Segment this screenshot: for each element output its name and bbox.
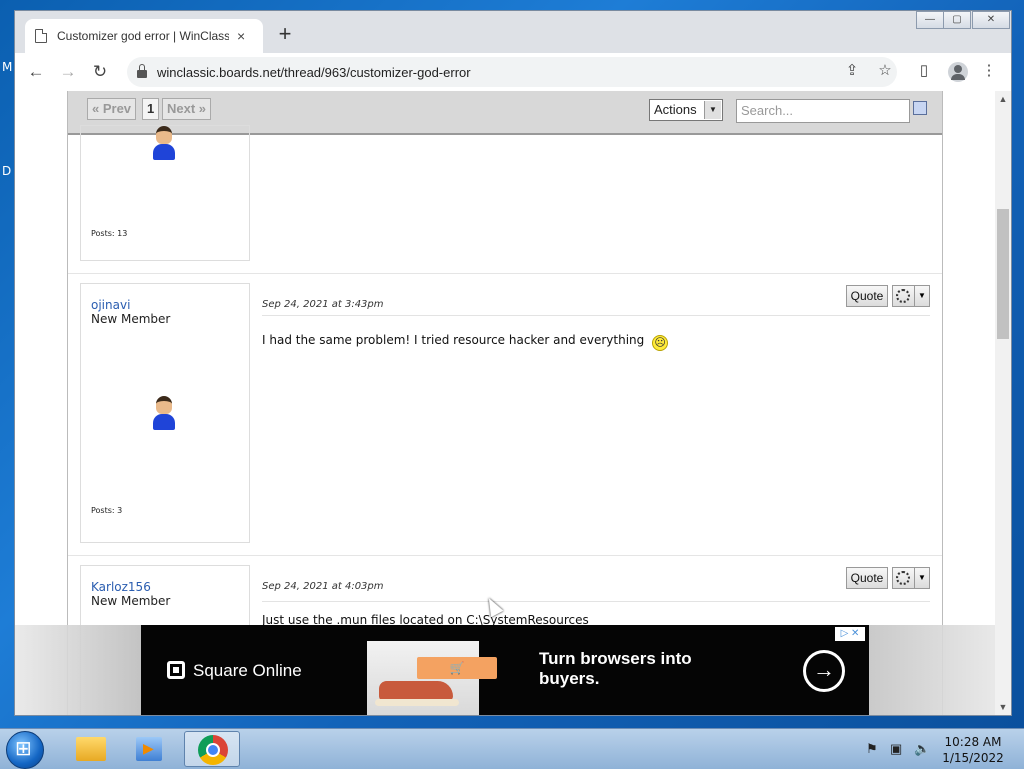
quote-button[interactable]: Quote (846, 285, 888, 307)
lock-icon (137, 64, 147, 78)
author-name[interactable]: Karloz156 (91, 580, 151, 594)
forum-thread: « Prev 1 Next » Actions ▼ Search... Post… (67, 91, 943, 715)
profile-icon[interactable] (948, 62, 968, 82)
post-text: I had the same problem! I tried resource… (262, 333, 645, 347)
prev-page-button[interactable]: « Prev (87, 98, 137, 120)
page-icon (35, 29, 47, 43)
dropdown-arrow-icon: ▼ (704, 101, 721, 119)
maximize-button[interactable]: ▢ (943, 11, 971, 29)
page-viewport: « Prev 1 Next » Actions ▼ Search... Post… (15, 91, 995, 715)
author-box: ojinavi New Member Posts: 3 (80, 283, 250, 543)
start-button[interactable] (6, 731, 44, 769)
post-count: Posts: 13 (91, 229, 128, 238)
menu-icon[interactable]: ⋮ (978, 61, 1000, 79)
browser-window: Customizer god error | WinClassic × + — … (14, 10, 1012, 716)
page-number[interactable]: 1 (142, 98, 160, 120)
forum-post: Posts: 13 (68, 125, 942, 274)
square-logo-icon (167, 661, 185, 679)
url-text: winclassic.boards.net/thread/963/customi… (157, 64, 471, 80)
next-page-button[interactable]: Next » (162, 98, 212, 120)
forum-post: ojinavi New Member Posts: 3 Sep 24, 2021… (68, 273, 942, 556)
actions-label: Actions (654, 102, 697, 117)
arrow-right-icon[interactable]: → (803, 650, 845, 692)
post-body: I had the same problem! I tried resource… (262, 333, 669, 351)
post-options-button[interactable]: ▼ (892, 567, 930, 589)
bookmark-star-icon[interactable]: ☆ (874, 61, 896, 79)
desktop-edge-label: M (2, 60, 13, 74)
post-divider (262, 315, 930, 316)
reload-button[interactable]: ↻ (89, 61, 111, 83)
post-date: Sep 24, 2021 at 3:43pm (262, 299, 384, 310)
scroll-up-icon[interactable]: ▲ (995, 91, 1011, 107)
browser-toolbar: ← → ↻ winclassic.boards.net/thread/963/c… (15, 53, 1011, 91)
ad-product-image: 🛒 (367, 641, 497, 715)
network-icon[interactable]: ▣ (890, 741, 902, 757)
search-icon[interactable] (913, 101, 927, 115)
minimize-button[interactable]: — (916, 11, 944, 29)
clock-date: 1/15/2022 (942, 751, 1004, 765)
dropdown-arrow-icon: ▼ (914, 568, 929, 588)
new-tab-button[interactable]: + (273, 21, 297, 47)
ad-headline: Turn browsers into buyers. (539, 649, 692, 688)
sandal-sole (375, 699, 459, 706)
post-divider (262, 601, 930, 602)
sandal-image (379, 681, 453, 701)
avatar (153, 126, 175, 164)
tab-title: Customizer god error | WinClassic (57, 29, 229, 43)
folder-icon (76, 737, 106, 761)
media-player-taskbar-button[interactable] (122, 731, 178, 767)
sad-emoji-icon: ☹ (652, 335, 669, 351)
volume-icon[interactable]: 🔈 (914, 741, 930, 757)
post-options-button[interactable]: ▼ (892, 285, 930, 307)
author-role: New Member (91, 594, 171, 608)
author-box: Posts: 13 (80, 125, 250, 261)
quote-button[interactable]: Quote (846, 567, 888, 589)
tab-strip: Customizer god error | WinClassic × + — … (15, 11, 1011, 53)
page-scrollbar[interactable]: ▲ ▼ (995, 91, 1011, 715)
cart-icon: 🛒 (417, 657, 497, 679)
taskbar: ⚑ ▣ 🔈 10:28 AM 1/15/2022 (0, 728, 1024, 769)
clock-time: 10:28 AM (944, 735, 1002, 749)
close-window-button[interactable]: ✕ (972, 11, 1010, 29)
chrome-taskbar-button[interactable] (184, 731, 240, 767)
post-date: Sep 24, 2021 at 4:03pm (262, 581, 384, 592)
address-bar[interactable]: winclassic.boards.net/thread/963/customi… (127, 57, 897, 87)
share-icon[interactable]: ⇪ (841, 61, 863, 79)
forward-button[interactable]: → (57, 61, 79, 83)
dropdown-arrow-icon: ▼ (914, 286, 929, 306)
author-role: New Member (91, 312, 171, 326)
chrome-icon (198, 735, 228, 765)
forum-search-input[interactable]: Search... (736, 99, 910, 123)
avatar (153, 396, 175, 434)
ad-backdrop (869, 625, 995, 715)
back-button[interactable]: ← (25, 61, 47, 83)
side-panel-icon[interactable]: ▯ (913, 61, 935, 79)
actions-dropdown[interactable]: Actions ▼ (649, 99, 723, 121)
explorer-taskbar-button[interactable] (62, 731, 118, 767)
gear-icon (896, 571, 910, 585)
scroll-down-icon[interactable]: ▼ (995, 699, 1011, 715)
ad-brand: Square Online (193, 661, 302, 680)
ad-close-icon[interactable]: ▷ ✕ (835, 627, 865, 641)
system-clock[interactable]: 10:28 AM 1/15/2022 (938, 734, 1008, 766)
browser-tab[interactable]: Customizer god error | WinClassic × (25, 19, 263, 53)
ad-banner[interactable]: Square Online 🛒 Turn browsers into buyer… (141, 625, 869, 715)
author-name[interactable]: ojinavi (91, 298, 130, 312)
desktop-edge-label: D (2, 164, 12, 178)
tab-close-icon[interactable]: × (237, 28, 245, 44)
gear-icon (896, 289, 910, 303)
post-count: Posts: 3 (91, 506, 123, 515)
media-player-icon (136, 737, 162, 761)
action-center-icon[interactable]: ⚑ (866, 741, 878, 757)
ad-backdrop (15, 625, 141, 715)
scroll-thumb[interactable] (997, 209, 1009, 339)
